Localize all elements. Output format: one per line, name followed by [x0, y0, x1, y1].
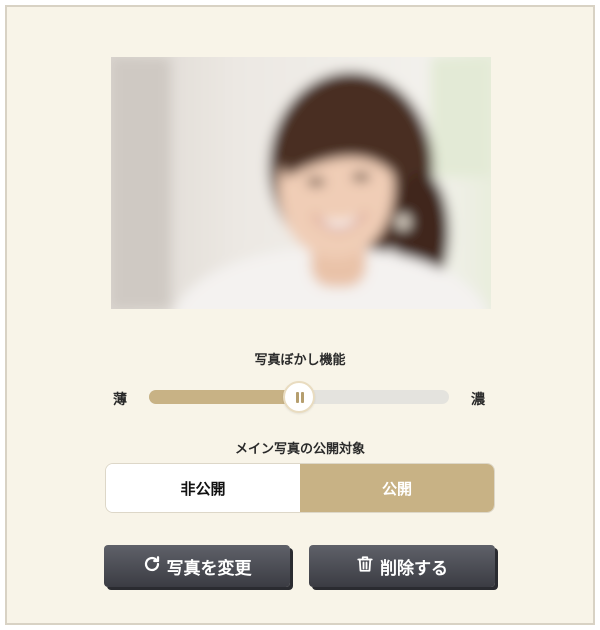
blur-slider-thumb[interactable] — [283, 381, 315, 413]
visibility-toggle: 非公開 公開 — [105, 463, 495, 513]
main-photo — [111, 57, 491, 309]
blur-slider[interactable] — [149, 381, 449, 413]
blur-max-label: 濃 — [471, 392, 485, 408]
change-photo-button[interactable]: 写真を変更 — [104, 545, 290, 587]
visibility-label: メイン写真の公開対象 — [234, 442, 365, 457]
blur-min-label: 薄 — [113, 392, 127, 408]
delete-photo-button[interactable]: 削除する — [309, 545, 495, 587]
blur-feature-label: 写真ぼかし機能 — [254, 353, 346, 368]
change-photo-label: 写真を変更 — [166, 558, 252, 579]
visibility-option-private[interactable]: 非公開 — [106, 464, 300, 512]
refresh-icon — [143, 555, 161, 578]
photo-settings-panel: 写真ぼかし機能 薄 濃 メイン写真の公開対象 非公開 公開 写真を変更 削除する — [5, 5, 595, 625]
trash-icon — [356, 555, 374, 578]
visibility-option-public[interactable]: 公開 — [300, 464, 494, 512]
delete-photo-label: 削除する — [380, 558, 448, 579]
blur-slider-fill — [149, 390, 299, 404]
